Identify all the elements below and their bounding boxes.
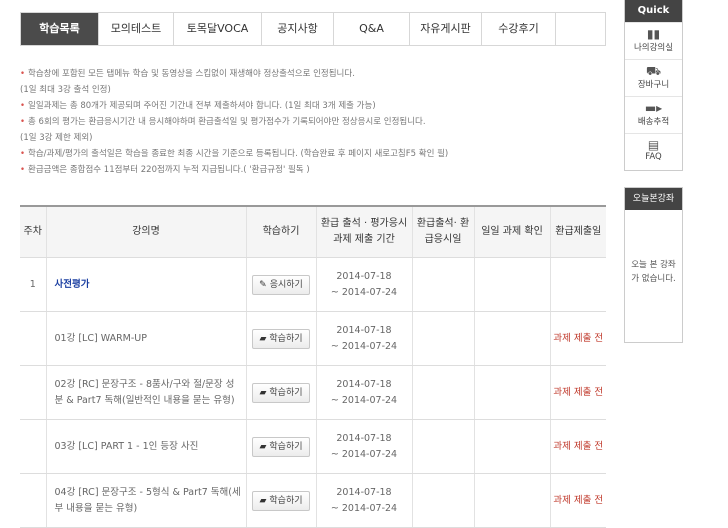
tab-mock-test[interactable]: 모의테스트	[99, 13, 174, 45]
quick-menu: Quick ▮▮ 나의강의실 ⛟ 장바구니 ▬▸ 배송추적 ▤ FAQ	[624, 0, 683, 171]
col-title: 강의명	[45, 205, 246, 258]
bullet-icon: •	[20, 117, 26, 127]
truck-icon: ▬▸	[644, 101, 663, 115]
book-icon: ▰	[259, 387, 267, 398]
quick-faq[interactable]: ▤ FAQ	[625, 133, 682, 170]
lecture-title: 04강 [RC] 문장구조 - 5형식 & Part7 독해(세부 내용을 묻는…	[45, 473, 246, 528]
attend-cell	[411, 473, 474, 528]
notice-item: • 총 6회의 평가는 환급응시기간 내 응시해야하며 환급출석일 및 평가점수가…	[20, 117, 426, 127]
lecture-title: 01강 [LC] WARM-UP	[45, 311, 246, 366]
tab-course-list[interactable]: 학습목록	[21, 13, 99, 45]
tab-reviews[interactable]: 수강후기	[482, 13, 556, 45]
col-refund-date: 환급제출일	[549, 205, 606, 258]
bullet-icon: •	[20, 69, 26, 79]
quick-delivery[interactable]: ▬▸ 배송추적	[625, 96, 682, 133]
study-button[interactable]: ▰ 학습하기	[252, 328, 310, 349]
notice-item: (1일 최대 3강 출석 인정)	[20, 85, 111, 95]
book-icon: ▮▮	[646, 27, 661, 41]
task-cell	[473, 311, 550, 366]
task-cell	[473, 473, 550, 528]
notice-item: • 학습/과제/평가의 출석일은 학습을 종료한 최종 시간을 기준으로 등록됩니…	[20, 149, 449, 159]
table-row: 01강 [LC] WARM-UP ▰ 학습하기 2014-07-18 ~ 2014-…	[20, 311, 606, 366]
task-cell	[473, 419, 550, 474]
book-icon: ▰	[259, 333, 267, 344]
status-cell: 과제 제출 전	[549, 419, 606, 474]
book-icon: ▰	[259, 495, 267, 506]
cart-icon: ⛟	[645, 64, 662, 78]
col-task: 일일 과제 확인	[473, 205, 550, 258]
today-title: 오늘본강좌	[625, 188, 682, 210]
attend-cell	[411, 419, 474, 474]
notice-item: (1일 3강 제한 제외)	[20, 133, 93, 143]
today-empty-text: 오늘 본 강좌가 없습니다.	[631, 260, 676, 284]
status-cell	[549, 257, 606, 312]
status-cell: 과제 제출 전	[549, 365, 606, 420]
tab-notice[interactable]: 공지사항	[262, 13, 334, 45]
attend-cell	[411, 311, 474, 366]
week-cell	[20, 311, 46, 366]
main-tabs: 학습목록 모의테스트 토목달VOCA 공지사항 Q&A 자유게시판 수강후기	[20, 12, 606, 46]
study-button[interactable]: ▰ 학습하기	[252, 490, 310, 511]
quick-my-classroom[interactable]: ▮▮ 나의강의실	[625, 22, 682, 59]
chat-icon: ▤	[647, 138, 660, 152]
attend-cell	[411, 365, 474, 420]
period-cell: 2014-07-18 ~ 2014-07-24	[315, 257, 412, 312]
period-cell: 2014-07-18 ~ 2014-07-24	[315, 419, 412, 474]
period-cell: 2014-07-18 ~ 2014-07-24	[315, 311, 412, 366]
task-cell	[473, 365, 550, 420]
week-cell: 1	[20, 257, 46, 312]
col-period: 환급 출석 · 평가응시 과제 제출 기간	[315, 205, 412, 258]
bullet-icon: •	[20, 165, 26, 175]
pencil-icon: ✎	[259, 279, 267, 290]
col-week: 주차	[20, 205, 46, 258]
tab-qna[interactable]: Q&A	[334, 13, 410, 45]
tab-voca[interactable]: 토목달VOCA	[174, 13, 262, 45]
book-icon: ▰	[259, 441, 267, 452]
table-row: 1 사전평가 ✎ 응시하기 2014-07-18 ~ 2014-07-24	[20, 257, 606, 312]
lecture-title[interactable]: 사전평가	[45, 257, 246, 312]
col-attend: 환급출석· 환급응시일	[411, 205, 474, 258]
notice-item: • 일일과제는 총 80개가 제공되며 주어진 기간내 전부 제출하셔야 합니다.…	[20, 101, 376, 111]
status-cell: 과제 제출 전	[549, 311, 606, 366]
lecture-title: 03강 [LC] PART 1 - 1인 등장 사진	[45, 419, 246, 474]
week-cell	[20, 365, 46, 420]
quick-cart[interactable]: ⛟ 장바구니	[625, 59, 682, 96]
study-button[interactable]: ▰ 학습하기	[252, 382, 310, 403]
table-row: 04강 [RC] 문장구조 - 5형식 & Part7 독해(세부 내용을 묻는…	[20, 473, 606, 528]
study-button[interactable]: ▰ 학습하기	[252, 436, 310, 457]
week-cell	[20, 473, 46, 528]
tab-empty	[556, 13, 605, 45]
notice-item: • 환급금액은 종합점수 11점부터 220점까지 누적 지급됩니다.( '환급규…	[20, 165, 310, 175]
period-cell: 2014-07-18 ~ 2014-07-24	[315, 365, 412, 420]
bullet-icon: •	[20, 149, 26, 159]
bullet-icon: •	[20, 101, 26, 111]
notice-list: • 학습창에 포함된 모든 탭메뉴 학습 및 동영상을 스킵없이 재생해야 정상출…	[20, 66, 610, 178]
period-cell: 2014-07-18 ~ 2014-07-24	[315, 473, 412, 528]
today-viewed-panel: 오늘본강좌 오늘 본 강좌가 없습니다.	[624, 187, 683, 343]
table-row: 02강 [RC] 문장구조 - 8품사/구와 절/문장 성분 & Part7 독…	[20, 365, 606, 420]
tab-free-board[interactable]: 자유게시판	[410, 13, 482, 45]
col-study: 학습하기	[245, 205, 316, 258]
attend-cell	[411, 257, 474, 312]
take-test-button[interactable]: ✎ 응시하기	[252, 274, 310, 295]
task-cell	[473, 257, 550, 312]
course-table: 주차 강의명 학습하기 환급 출석 · 평가응시 과제 제출 기간 환급출석· …	[20, 205, 606, 528]
quick-title: Quick	[625, 0, 682, 22]
lecture-title: 02강 [RC] 문장구조 - 8품사/구와 절/문장 성분 & Part7 독…	[45, 365, 246, 420]
status-cell: 과제 제출 전	[549, 473, 606, 528]
notice-item: • 학습창에 포함된 모든 탭메뉴 학습 및 동영상을 스킵없이 재생해야 정상출…	[20, 69, 355, 79]
table-row: 03강 [LC] PART 1 - 1인 등장 사진 ▰ 학습하기 2014-07…	[20, 419, 606, 474]
week-cell	[20, 419, 46, 474]
table-header-row: 주차 강의명 학습하기 환급 출석 · 평가응시 과제 제출 기간 환급출석· …	[20, 205, 606, 258]
